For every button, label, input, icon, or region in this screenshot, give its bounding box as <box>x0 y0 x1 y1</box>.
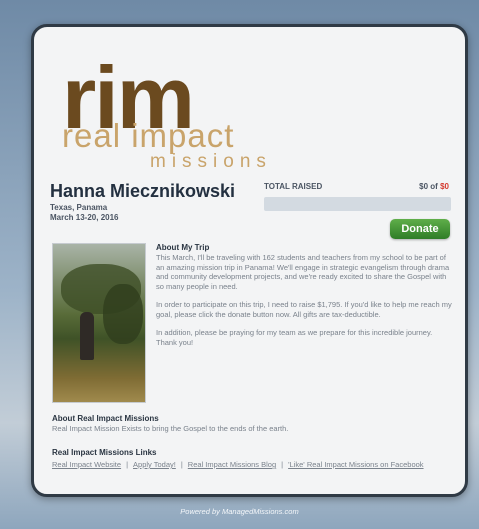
link-separator: | <box>180 460 183 469</box>
about-trip-paragraph: This March, I'll be traveling with 162 s… <box>156 253 450 291</box>
raised-of: of <box>430 182 438 191</box>
goal-value: $0 <box>440 182 449 191</box>
logo-line3: missions <box>150 151 272 172</box>
link-separator: | <box>281 460 284 469</box>
links-heading: Real Impact Missions Links <box>52 448 157 457</box>
link-apply[interactable]: Apply Today! <box>133 460 176 469</box>
mission-card: rim real impact missions Hanna Mieczniko… <box>31 24 468 497</box>
trip-dates: March 13-20, 2016 <box>50 213 119 222</box>
about-trip-paragraph: In addition, please be praying for my te… <box>156 328 433 347</box>
raised-value: $0 <box>419 182 429 191</box>
about-rim-text: Real Impact Mission Exists to bring the … <box>52 424 289 433</box>
donate-button[interactable]: Donate <box>390 219 450 239</box>
powered-by-footer[interactable]: Powered by ManagedMissions.com <box>0 507 479 516</box>
about-trip-paragraph: In order to participate on this trip, I … <box>156 300 452 319</box>
about-trip-heading: About My Trip <box>156 243 210 252</box>
links-list: Real Impact Website | Apply Today! | Real Im… <box>52 460 452 470</box>
link-website[interactable]: Real Impact Website <box>52 460 121 469</box>
about-rim-heading: About Real Impact Missions <box>52 414 159 423</box>
photo-tree <box>103 284 143 344</box>
about-trip-text: This March, I'll be traveling with 162 s… <box>156 253 452 356</box>
link-separator: | <box>126 460 129 469</box>
rim-logo: rim real impact missions <box>62 48 266 189</box>
raised-amount: $0 of $0 <box>419 182 449 191</box>
trip-location: Texas, Panama <box>50 203 108 212</box>
photo-person <box>80 312 94 360</box>
participant-meta: Texas, Panama March 13-20, 2016 <box>50 203 119 223</box>
link-blog[interactable]: Real Impact Missions Blog <box>188 460 276 469</box>
link-facebook[interactable]: 'Like' Real Impact Missions on Facebook <box>288 460 423 469</box>
total-raised-label: TOTAL RAISED <box>264 182 323 191</box>
fundraising-progress-bar <box>264 197 451 211</box>
logo-line2: real impact <box>62 117 235 154</box>
participant-photo <box>52 243 146 403</box>
participant-name: Hanna Miecznikowski <box>50 181 236 201</box>
